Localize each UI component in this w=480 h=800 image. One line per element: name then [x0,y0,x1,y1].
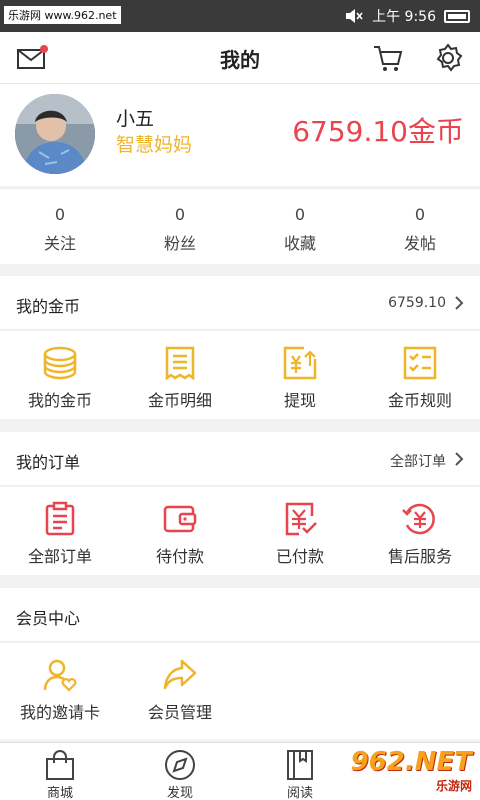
orders-section-header[interactable]: 我的订单 全部订单 [0,432,480,486]
stat-fans[interactable]: 0 粉丝 [120,189,240,264]
avatar-image [15,94,95,174]
bottom-tab-bar: 商城 发现 阅读 962.NET 乐游网 [0,742,480,800]
tab-label: 阅读 [286,786,313,800]
chevron-right-icon [455,296,464,310]
tab-label: 发现 [166,786,193,800]
page-title: 我的 [220,48,260,72]
coin-balance[interactable]: 6759.10金币 [292,110,464,150]
share-arrow-icon [163,659,197,690]
member-grid: 我的邀请卡 会员管理 [0,643,480,739]
orders-grid: 全部订单 待付款 已付款 售后服务 [0,487,480,575]
watermark: 乐游网 www.962.net [4,6,121,24]
clipboard-icon [45,501,75,536]
chevron-right-icon [455,452,464,466]
stat-value: 0 [414,205,426,224]
avatar[interactable] [15,94,95,174]
cart-icon[interactable] [372,42,404,74]
coins-section-header[interactable]: 我的金币 6759.10 [0,276,480,330]
stat-value: 0 [54,205,66,224]
wallet-icon [163,505,197,533]
brand-sub: 乐游网 [435,779,472,793]
compass-icon [165,750,195,780]
user-role: 智慧妈妈 [116,134,193,156]
stat-favorites[interactable]: 0 收藏 [240,189,360,264]
all-orders-link[interactable]: 全部订单 [390,451,446,471]
member-item-management[interactable]: 会员管理 [120,643,240,739]
stat-label: 粉丝 [163,234,196,253]
status-bar: 乐游网 www.962.net 上午 9:56 [0,0,480,32]
brand-main: 962.NET [350,747,472,777]
stat-posts[interactable]: 0 发帖 [360,189,480,264]
book-icon [287,750,313,780]
clock: 上午 9:56 [372,9,436,25]
coins-item-rules[interactable]: 金币规则 [360,331,480,419]
grid-label: 待付款 [155,547,204,566]
section-title: 会员中心 [16,609,81,628]
refund-icon [402,503,435,535]
coins-section-value: 6759.10 [388,295,446,311]
stats-row: 0 关注 0 粉丝 0 收藏 0 发帖 [0,188,480,264]
grid-label: 全部订单 [27,547,92,566]
stat-label: 关注 [43,234,76,253]
top-bar: 我的 [0,32,480,84]
coins-item-withdraw[interactable]: 提现 [240,331,360,419]
grid-label: 售后服务 [387,547,452,566]
orders-item-paid[interactable]: 已付款 [240,487,360,575]
stat-follow[interactable]: 0 关注 [0,189,120,264]
tab-mall[interactable]: 商城 [0,743,120,800]
gear-icon[interactable] [432,42,464,74]
member-item-invite-card[interactable]: 我的邀请卡 [0,643,120,739]
orders-item-unpaid[interactable]: 待付款 [120,487,240,575]
section-title: 我的金币 [16,297,81,316]
grid-label: 会员管理 [147,703,212,722]
coins-item-my-coins[interactable]: 我的金币 [0,331,120,419]
coins-item-details[interactable]: 金币明细 [120,331,240,419]
grid-label: 金币规则 [387,391,452,410]
rules-list-icon [403,346,437,380]
status-right: 上午 9:56 [344,6,470,26]
withdraw-icon [283,346,317,380]
stat-value: 0 [294,205,306,224]
brand-watermark: 962.NET 乐游网 [351,747,472,794]
battery-icon [444,9,470,23]
stat-value: 0 [174,205,186,224]
user-name: 小五 [116,108,155,130]
tab-label: 商城 [46,786,73,800]
coin-stack-icon [43,346,77,380]
tab-read[interactable]: 阅读 [240,743,360,800]
shopping-bag-icon [46,750,74,780]
paid-check-icon [285,502,317,536]
profile-card[interactable]: 小五 智慧妈妈 6759.10金币 [0,84,480,186]
mute-icon [346,9,363,23]
orders-item-after-sales[interactable]: 售后服务 [360,487,480,575]
invite-user-icon [43,659,77,692]
grid-label: 提现 [283,391,316,410]
grid-label: 我的金币 [27,391,92,410]
stat-label: 发帖 [403,234,436,253]
stat-label: 收藏 [283,234,316,253]
orders-item-all[interactable]: 全部订单 [0,487,120,575]
receipt-icon [165,346,195,381]
grid-label: 我的邀请卡 [19,703,100,722]
coins-grid: 我的金币 金币明细 提现 金币规则 [0,331,480,419]
section-title: 我的订单 [16,453,81,472]
grid-label: 金币明细 [147,391,212,410]
tab-discover[interactable]: 发现 [120,743,240,800]
grid-label: 已付款 [275,547,324,566]
member-section-header[interactable]: 会员中心 [0,588,480,642]
